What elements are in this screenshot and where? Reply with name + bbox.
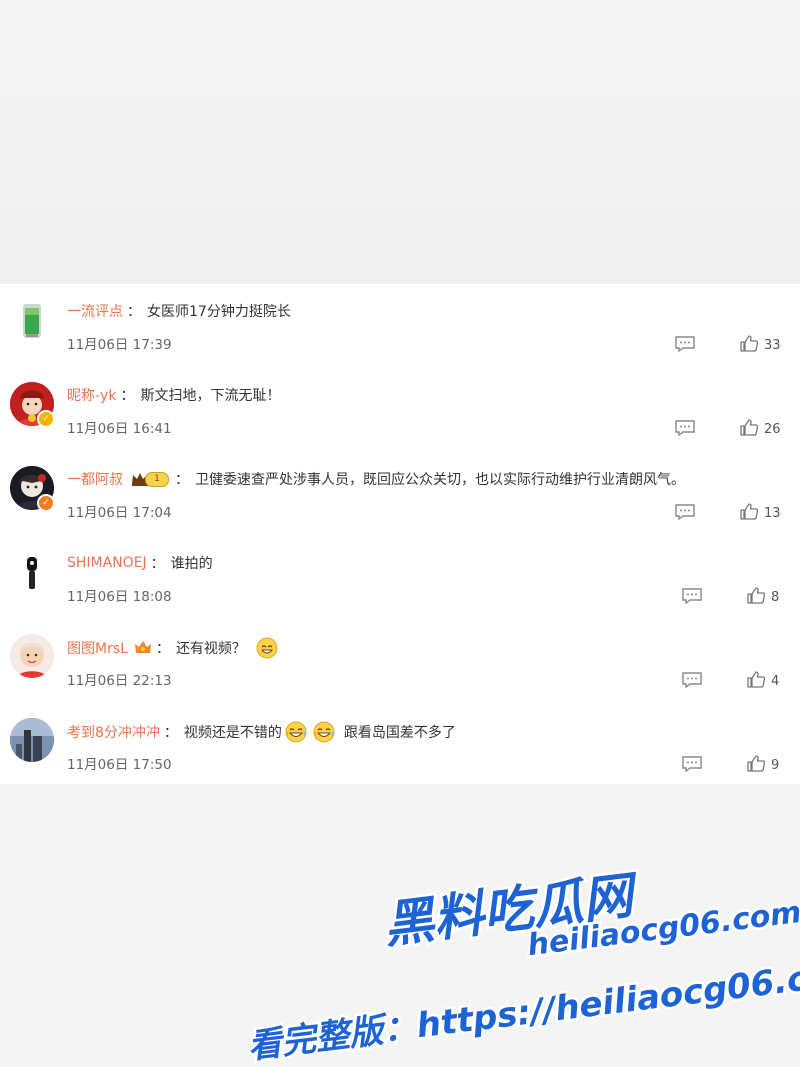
comment-text: 卫健委速查严处涉事人员，既回应公众关切，也以实际行动维护行业清朗风气。 bbox=[195, 472, 685, 488]
reply-icon[interactable] bbox=[675, 420, 695, 436]
reply-icon[interactable] bbox=[682, 588, 702, 604]
member-level: 1 bbox=[145, 471, 169, 487]
like-count: 33 bbox=[764, 338, 781, 353]
comment-text: 还有视频？ bbox=[175, 641, 246, 657]
comment-item: ✓ 一都阿叔 1 ： 卫健委速查严处涉事人员，既回应公众关切，也以实际行动维护行… bbox=[0, 452, 800, 536]
comment-text: 视频还是不错的 bbox=[183, 725, 282, 741]
reply-icon[interactable] bbox=[682, 672, 702, 688]
avatar[interactable] bbox=[10, 718, 54, 762]
comment-text: 斯文扫地，下流无耻！ bbox=[140, 388, 281, 404]
laugh-cry-emoji-icon bbox=[285, 721, 307, 743]
comment-username[interactable]: 图图MrsL bbox=[67, 638, 128, 658]
separator: ： bbox=[163, 725, 178, 741]
smile-emoji-icon bbox=[256, 637, 278, 659]
avatar[interactable] bbox=[10, 634, 54, 678]
blank-image-area bbox=[0, 0, 800, 284]
comment-text: 女医师17分钟力挺院长 bbox=[147, 304, 291, 320]
verified-badge-icon: ✓ bbox=[37, 494, 55, 512]
reply-icon[interactable] bbox=[682, 756, 702, 772]
thumbs-up-icon[interactable] bbox=[747, 586, 765, 604]
separator: ： bbox=[127, 304, 141, 320]
like-count: 4 bbox=[771, 674, 780, 689]
like-count: 8 bbox=[771, 590, 780, 605]
comment-username[interactable]: 昵称-yk bbox=[67, 385, 116, 405]
watermark-link-line: 看完整版：https://heiliaocg06.com bbox=[246, 952, 800, 1065]
comment-text-continued: 跟看岛国差不多了 bbox=[343, 725, 456, 741]
comment-username[interactable]: 一流评点 bbox=[67, 301, 123, 321]
thumbs-up-icon[interactable] bbox=[747, 754, 765, 772]
watermark: 黑料吃瓜网 heiliaocg06.com 看完整版：https://heili… bbox=[243, 865, 800, 1065]
thumbs-up-icon[interactable] bbox=[740, 502, 758, 520]
comment-item: 考到8分冲冲冲 ： 视频还是不错的 跟看岛国差不多了 11月06日 17:50 … bbox=[0, 704, 800, 788]
comment-time: 11月06日 17:39 bbox=[67, 337, 172, 353]
comment-username[interactable]: SHIMANOEJ bbox=[67, 555, 147, 571]
comment-text: 谁拍的 bbox=[170, 556, 213, 572]
like-count: 13 bbox=[764, 506, 781, 521]
thumbs-up-icon[interactable] bbox=[747, 670, 765, 688]
thumbs-up-icon[interactable] bbox=[740, 418, 758, 436]
verified-badge-icon: ✓ bbox=[37, 410, 55, 428]
vip-crown-icon bbox=[134, 641, 151, 653]
separator: ： bbox=[120, 388, 135, 404]
thumbs-up-icon[interactable] bbox=[740, 334, 758, 352]
comment-time: 11月06日 16:41 bbox=[67, 421, 172, 437]
avatar[interactable] bbox=[10, 550, 54, 594]
comment-time: 11月06日 17:04 bbox=[67, 505, 172, 521]
comment-item: 图图MrsL ： 还有视频？ 11月06日 22:13 4 bbox=[0, 620, 800, 704]
laugh-cry-emoji-icon bbox=[313, 721, 335, 743]
like-count: 26 bbox=[764, 422, 781, 437]
reply-icon[interactable] bbox=[675, 336, 695, 352]
comment-time: 11月06日 17:50 bbox=[67, 757, 172, 773]
comment-time: 11月06日 22:13 bbox=[67, 673, 172, 689]
member-level-badge: 1 bbox=[131, 471, 169, 487]
avatar[interactable] bbox=[10, 298, 54, 342]
comment-item: ✓ 昵称-yk ： 斯文扫地，下流无耻！ 11月06日 16:41 26 bbox=[0, 368, 800, 452]
reply-icon[interactable] bbox=[675, 504, 695, 520]
separator: ： bbox=[175, 472, 189, 488]
separator: ： bbox=[150, 556, 165, 572]
separator: ： bbox=[155, 641, 170, 657]
comment-time: 11月06日 18:08 bbox=[67, 589, 172, 605]
like-count: 9 bbox=[771, 758, 780, 773]
comment-username[interactable]: 考到8分冲冲冲 bbox=[67, 722, 160, 742]
comment-list: 一流评点 ： 女医师17分钟力挺院长 11月06日 17:39 33 ✓ 昵称-… bbox=[0, 284, 800, 784]
comment-item: 一流评点 ： 女医师17分钟力挺院长 11月06日 17:39 33 bbox=[0, 284, 800, 368]
comment-username[interactable]: 一都阿叔 bbox=[67, 469, 123, 489]
comment-item: SHIMANOEJ ： 谁拍的 11月06日 18:08 8 bbox=[0, 536, 800, 620]
